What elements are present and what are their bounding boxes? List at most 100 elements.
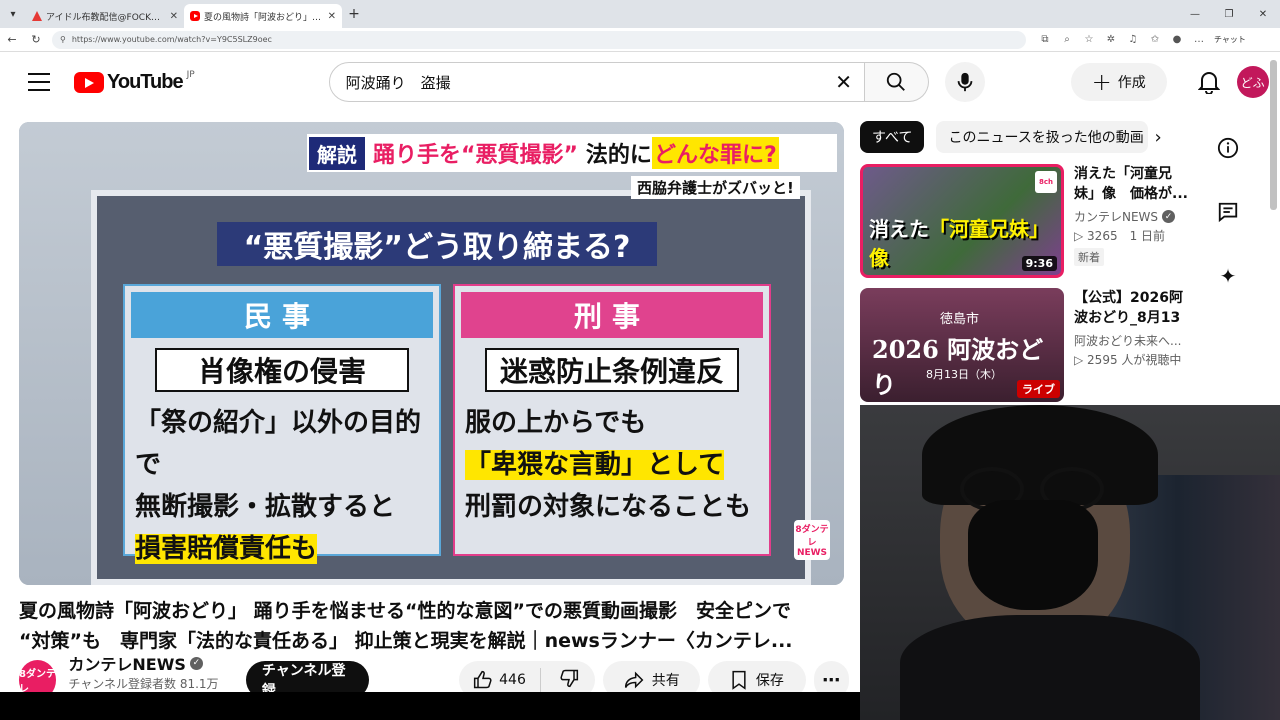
civil-line: 無断撮影・拡散すると bbox=[135, 492, 396, 522]
criminal-line-highlight: 「卑猥な言動」として bbox=[465, 450, 725, 480]
tab-close-icon[interactable]: ✕ bbox=[170, 11, 178, 22]
minimize-icon[interactable]: — bbox=[1178, 9, 1212, 20]
recommendation-info: 消えた「河童兄妹」像 価格が... カンテレNEWS ✓ ▷ 3265 1 日前 … bbox=[1074, 164, 1190, 282]
banner-red-text: 踊り手を“悪質撮影” bbox=[373, 143, 578, 168]
close-window-icon[interactable]: ✕ bbox=[1246, 9, 1280, 20]
youtube-play-logo-icon bbox=[74, 71, 104, 93]
tab-list-chevron-icon[interactable]: ▾ bbox=[0, 1, 26, 27]
address-bar-icons: ⧉ ⌕ ☆ ✲ ♫ ✩ ● … bbox=[1034, 34, 1210, 45]
window-controls: — ❐ ✕ bbox=[1178, 9, 1280, 20]
favorites-icon[interactable]: ✩ bbox=[1144, 34, 1166, 45]
tab-favicon-icon bbox=[32, 11, 42, 21]
video-player[interactable]: “悪質撮影”どう取り締まる? 民事 肖像権の侵害 「祭の紹介」以外の目的で 無断… bbox=[19, 122, 844, 585]
recommendation-title[interactable]: 【公式】2026阿波おどり_8月13日 bbox=[1074, 288, 1190, 328]
related-chips: すべて このニュースを扱った他の動画 › bbox=[860, 121, 1180, 153]
like-button[interactable]: 446 bbox=[459, 668, 541, 692]
zoom-icon[interactable]: ⌕ bbox=[1056, 34, 1078, 45]
dislike-button[interactable] bbox=[541, 668, 597, 692]
account-avatar[interactable]: どふ bbox=[1236, 66, 1269, 98]
restore-icon[interactable]: ❐ bbox=[1212, 9, 1246, 20]
side-panel-icons: ✦ bbox=[1210, 130, 1246, 322]
criminal-line: 刑罰の対象になることも bbox=[465, 492, 752, 522]
new-tab-button[interactable]: + bbox=[342, 6, 366, 22]
back-icon[interactable]: ← bbox=[0, 33, 24, 46]
video-board: “悪質撮影”どう取り締まる? 民事 肖像権の侵害 「祭の紹介」以外の目的で 無断… bbox=[91, 190, 811, 585]
webcam-mask bbox=[968, 500, 1098, 610]
reload-icon[interactable]: ↻ bbox=[24, 33, 48, 46]
tab-title: アイドル布教配信@FOCKニュース [日本... bbox=[46, 12, 166, 23]
chevron-right-icon[interactable]: › bbox=[1154, 127, 1161, 148]
channel-name-text: カンテレNEWS bbox=[68, 655, 186, 674]
like-icon bbox=[474, 670, 492, 689]
recommendation-item[interactable]: 徳島市 2026 阿波おどり 8月13日（木） ライブ 【公式】2026阿波おど… bbox=[860, 288, 1190, 406]
banner-highlight-text: どんな罪に? bbox=[651, 137, 779, 169]
recommendation-item[interactable]: 8ch 消えた「河童兄妹」像 9:36 消えた「河童兄妹」像 価格が... カン… bbox=[860, 164, 1190, 282]
channel-watermark-logo: 8ダンテレNEWS bbox=[794, 520, 830, 560]
install-icon[interactable]: ⧉ bbox=[1034, 34, 1056, 45]
address-bar-row: ← ↻ ⚲ https://www.youtube.com/watch?v=Y9… bbox=[0, 28, 1280, 52]
search-value: 阿波踊り 盗撮 bbox=[345, 73, 451, 92]
channel-name[interactable]: カンテレNEWS ✓ bbox=[68, 651, 220, 675]
criminal-line: 「卑猥な言動」として bbox=[465, 444, 769, 486]
country-code: JP bbox=[186, 70, 195, 80]
video-banner: 解説 踊り手を“悪質撮影” 法的に どんな罪に? bbox=[307, 134, 837, 172]
like-count: 446 bbox=[499, 672, 526, 688]
tab-title: 夏の風物詩「阿波おどり」踊り手... bbox=[204, 12, 324, 23]
logo-text: YouTube bbox=[107, 70, 184, 93]
criminal-lines: 服の上からでも 「卑猥な言動」として 刑罰の対象になることも bbox=[455, 402, 769, 528]
youtube-logo[interactable]: YouTube JP bbox=[74, 70, 195, 94]
page-scrollbar[interactable] bbox=[1270, 60, 1277, 210]
thumbnail-city: 徳島市 bbox=[940, 312, 980, 327]
video-thumbnail[interactable]: 徳島市 2026 阿波おどり 8月13日（木） ライブ bbox=[860, 288, 1064, 402]
recommendation-channel[interactable]: 阿波おどり未来へ... bbox=[1074, 332, 1190, 349]
criminal-line: 服の上からでも bbox=[465, 408, 647, 438]
banner-tag: 解説 bbox=[309, 136, 365, 170]
share-icon bbox=[624, 671, 644, 689]
civil-column: 民事 肖像権の侵害 「祭の紹介」以外の目的で 無断撮影・拡散すると 損害賠償責任… bbox=[123, 284, 441, 564]
copilot-chat-button[interactable]: チャット bbox=[1214, 34, 1246, 45]
chip-all[interactable]: すべて bbox=[860, 121, 925, 153]
clear-search-icon[interactable]: ✕ bbox=[824, 70, 864, 94]
channel-badge-icon: 8ch bbox=[1035, 171, 1057, 193]
webcam-overlay bbox=[860, 405, 1280, 720]
more-icon[interactable]: … bbox=[1188, 34, 1210, 45]
civil-line: 損害賠償責任も bbox=[135, 528, 439, 570]
site-info-icon[interactable]: ⚲ bbox=[60, 35, 66, 44]
voice-search-button[interactable] bbox=[944, 62, 985, 102]
recommendation-title[interactable]: 消えた「河童兄妹」像 価格が... bbox=[1074, 164, 1190, 204]
recommendation-channel[interactable]: カンテレNEWS ✓ bbox=[1074, 208, 1190, 225]
verified-check-icon: ✓ bbox=[189, 656, 203, 670]
notifications-button[interactable] bbox=[1189, 62, 1229, 102]
browser-tab-active[interactable]: 夏の風物詩「阿波おどり」踊り手... ✕ bbox=[184, 4, 342, 28]
video-thumbnail[interactable]: 8ch 消えた「河童兄妹」像 9:36 bbox=[860, 164, 1064, 278]
menu-icon[interactable] bbox=[28, 73, 50, 91]
civil-heading: 民事 bbox=[131, 292, 433, 338]
media-icon[interactable]: ♫ bbox=[1122, 34, 1144, 45]
recommendation-meta: ▷ 3265 1 日前 bbox=[1074, 229, 1166, 243]
chat-icon[interactable] bbox=[1210, 194, 1246, 230]
extension-icon[interactable]: ✲ bbox=[1100, 34, 1122, 45]
recommendation-info: 【公式】2026阿波おどり_8月13日 阿波おどり未来へ... ▷ 2595 人… bbox=[1074, 288, 1190, 406]
bell-icon bbox=[1197, 72, 1220, 94]
plus-icon: + bbox=[1091, 68, 1112, 96]
criminal-column: 刑事 迷惑防止条例違反 服の上からでも 「卑猥な言動」として 刑罰の対象になるこ… bbox=[453, 284, 771, 556]
search-button[interactable] bbox=[864, 62, 929, 102]
profile-icon[interactable]: ● bbox=[1166, 34, 1188, 45]
youtube-favicon-icon bbox=[190, 11, 200, 21]
criminal-box: 迷惑防止条例違反 bbox=[485, 348, 739, 392]
youtube-header: YouTube JP 阿波踊り 盗撮 ✕ + 作成 どふ bbox=[0, 52, 1270, 112]
create-label: 作成 bbox=[1117, 75, 1146, 91]
chip-related-news[interactable]: このニュースを扱った他の動画 bbox=[936, 121, 1149, 153]
favorite-star-icon[interactable]: ☆ bbox=[1078, 34, 1100, 45]
info-icon[interactable] bbox=[1210, 130, 1246, 166]
create-button[interactable]: + 作成 bbox=[1070, 63, 1167, 101]
browser-tab[interactable]: アイドル布教配信@FOCKニュース [日本... ✕ bbox=[26, 4, 184, 28]
search-input[interactable]: 阿波踊り 盗撮 ✕ bbox=[328, 62, 865, 102]
url-field[interactable]: ⚲ https://www.youtube.com/watch?v=Y9C5SL… bbox=[52, 30, 1026, 49]
civil-lines: 「祭の紹介」以外の目的で 無断撮影・拡散すると 損害賠償責任も bbox=[125, 402, 439, 570]
recommendation-meta: ▷ 2595 人が視聴中 bbox=[1074, 353, 1182, 367]
sparkle-icon[interactable]: ✦ bbox=[1210, 258, 1246, 294]
search-icon bbox=[887, 72, 906, 91]
video-title: 夏の風物詩「阿波おどり」 踊り手を悩ませる“性的な意図”での悪質動画撮影 安全ピ… bbox=[19, 596, 839, 656]
tab-close-icon[interactable]: ✕ bbox=[328, 11, 336, 22]
